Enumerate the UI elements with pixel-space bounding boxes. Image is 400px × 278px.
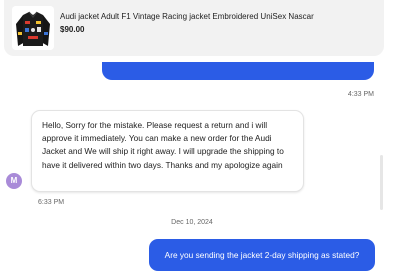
product-thumbnail[interactable] (12, 6, 54, 50)
jacket-image (12, 6, 54, 50)
previous-outgoing-message (102, 62, 374, 80)
previous-message-timestamp: 4:33 PM (347, 91, 374, 98)
product-title[interactable]: Audi jacket Adult F1 Vintage Racing jack… (60, 12, 314, 21)
scrollbar[interactable] (380, 155, 383, 210)
product-card[interactable]: Audi jacket Adult F1 Vintage Racing jack… (4, 0, 384, 56)
sender-avatar: M (6, 173, 22, 189)
incoming-message-timestamp: 6:33 PM (38, 199, 65, 206)
product-price: $90.00 (60, 25, 85, 34)
outgoing-message-bubble: Are you sending the jacket 2-day shippin… (149, 239, 375, 271)
incoming-message-bubble: Hello, Sorry for the mistake. Please req… (31, 110, 304, 192)
date-divider: Dec 10, 2024 (171, 219, 213, 226)
